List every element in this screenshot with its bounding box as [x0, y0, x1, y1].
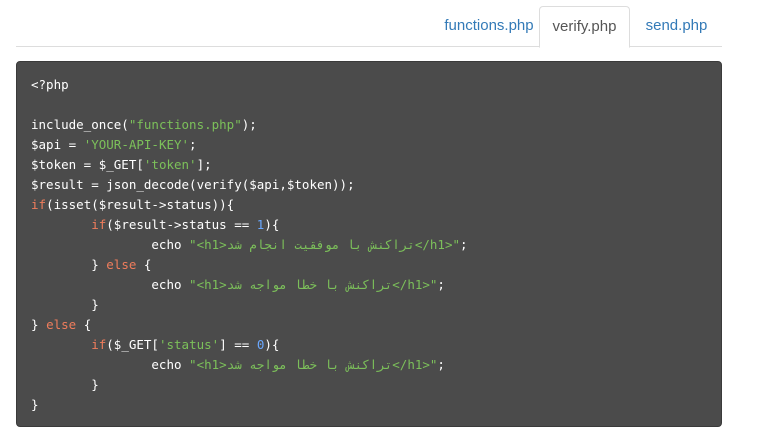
- code-token: ;: [437, 357, 445, 372]
- code-line: $token = $_GET['token'];: [31, 155, 212, 175]
- code-token: else: [46, 317, 77, 332]
- code-token: 'YOUR-API-KEY': [83, 137, 190, 152]
- code-token: else: [106, 257, 137, 272]
- code-token: }: [31, 397, 39, 412]
- code-token: ;: [189, 137, 197, 152]
- code-token: "<h1>تراکنش با خطا مواجه شد</h1>": [189, 357, 438, 372]
- code-token: echo: [31, 357, 190, 372]
- code-token: {: [136, 257, 152, 272]
- code-line: if(isset($result->status)){: [31, 195, 234, 215]
- code-line: $api = 'YOUR-API-KEY';: [31, 135, 197, 155]
- code-block: <?php include_once("functions.php"); $api …: [16, 61, 722, 427]
- code-token: echo: [31, 237, 190, 252]
- code-line: if($_GET['status'] == 0){: [31, 335, 279, 355]
- code-token: if: [31, 197, 47, 212]
- code-token: ] ==: [219, 337, 257, 352]
- code-line: }: [31, 395, 39, 415]
- code-token: if: [91, 217, 107, 232]
- code-token: );: [241, 117, 257, 132]
- code-token: }: [31, 297, 99, 312]
- code-token: include_once(: [31, 117, 129, 132]
- code-line: } else {: [31, 315, 91, 335]
- code-token: 'status': [158, 337, 220, 352]
- code-token: ){: [264, 337, 280, 352]
- code-line: echo "<h1>تراکنش با خطا مواجه شد</h1>";: [31, 275, 445, 295]
- code-line: }: [31, 375, 99, 395]
- code-token: $result = json_decode(verify($api,$token…: [31, 177, 355, 192]
- code-token: ){: [264, 217, 280, 232]
- code-token: ($_GET[: [106, 337, 159, 352]
- code-token: }: [31, 377, 99, 392]
- code-token: ($result->status ==: [106, 217, 257, 232]
- code-line: echo "<h1>تراکنش با موفقیت انجام شد</h1>…: [31, 235, 468, 255]
- tab-functions-php[interactable]: functions.php: [426, 6, 552, 48]
- code-line: } else {: [31, 255, 151, 275]
- code-token: "functions.php": [128, 117, 242, 132]
- code-token: "<h1>تراکنش با خطا مواجه شد</h1>": [189, 277, 438, 292]
- code-token: (isset($result->status)){: [46, 197, 235, 212]
- code-token: ];: [196, 157, 212, 172]
- code-line: <?php: [31, 75, 69, 95]
- code-token: if: [91, 337, 107, 352]
- code-token: ;: [460, 237, 468, 252]
- code-token: echo: [31, 277, 190, 292]
- code-token: }: [31, 317, 47, 332]
- code-line: include_once("functions.php");: [31, 115, 257, 135]
- code-token: <?php: [31, 77, 69, 92]
- code-token: ;: [437, 277, 445, 292]
- file-tabs: functions.php verify.php send.php: [16, 0, 723, 48]
- code-token: 'token': [143, 157, 197, 172]
- code-token: $token = $_GET[: [31, 157, 144, 172]
- code-line: }: [31, 295, 99, 315]
- code-token: $api =: [31, 137, 84, 152]
- code-token: }: [31, 257, 107, 272]
- code-token: "<h1>تراکنش با موفقیت انجام شد</h1>": [189, 237, 460, 252]
- code-line: $result = json_decode(verify($api,$token…: [31, 175, 355, 195]
- code-line: if($result->status == 1){: [31, 215, 279, 235]
- tab-send-php[interactable]: send.php: [630, 6, 723, 48]
- code-token: {: [76, 317, 92, 332]
- code-line: echo "<h1>تراکنش با خطا مواجه شد</h1>";: [31, 355, 445, 375]
- tab-verify-php[interactable]: verify.php: [539, 6, 630, 48]
